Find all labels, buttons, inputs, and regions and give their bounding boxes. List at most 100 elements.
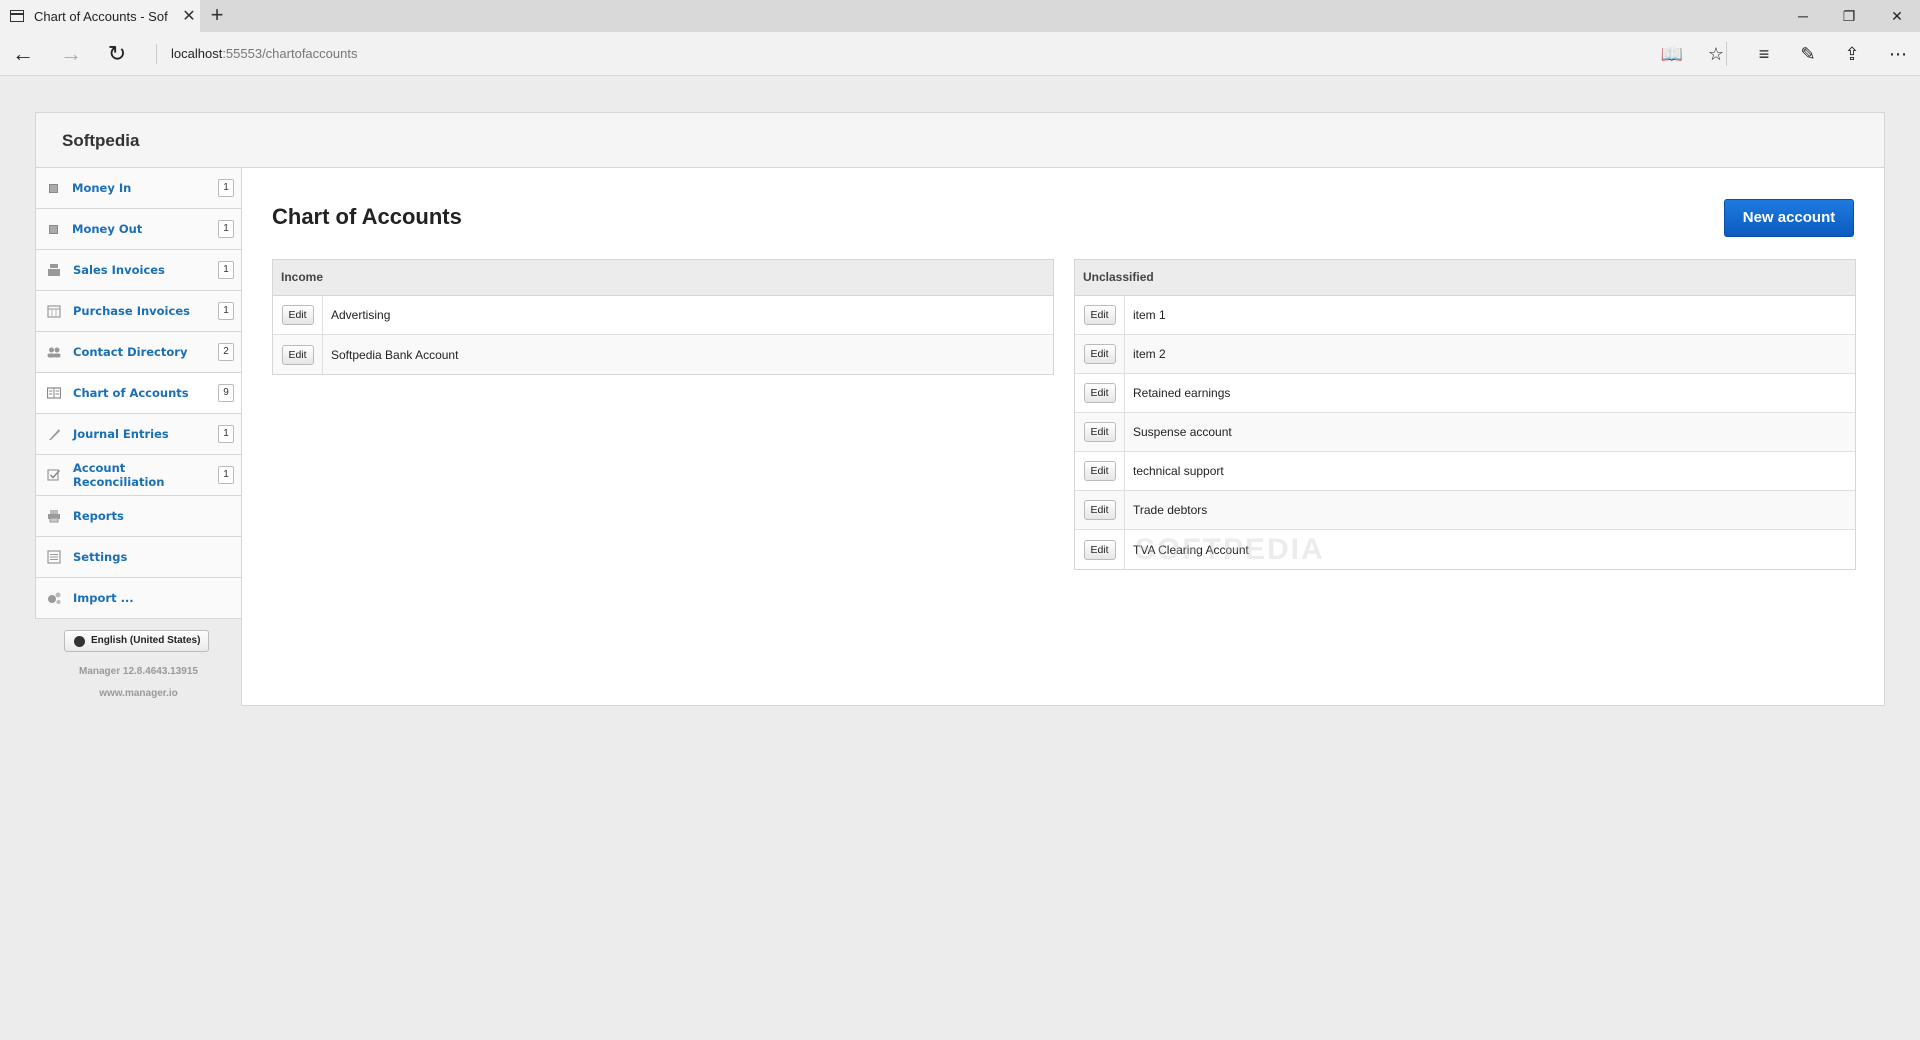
app-header: Softpedia — [35, 112, 1885, 168]
sidebar-item-account-reconciliation[interactable]: Account Reconciliation 1 — [35, 455, 242, 496]
account-name: Suspense account — [1133, 425, 1232, 439]
count-badge: 1 — [218, 220, 234, 238]
sidebar-item-label: Contact Directory — [73, 345, 188, 359]
main-content: Chart of Accounts New account Income Edi… — [241, 168, 1885, 706]
watermark: SOFTPEDIA — [1135, 533, 1325, 566]
url-host: localhost — [171, 46, 223, 61]
sidebar-item-sales-invoices[interactable]: Sales Invoices 1 — [35, 250, 242, 291]
hub-icon[interactable]: ≡ — [1742, 32, 1786, 76]
edit-button[interactable]: Edit — [1083, 344, 1116, 364]
table-row: Edit item 1 — [1075, 296, 1855, 335]
sidebar-item-label: Chart of Accounts — [73, 386, 189, 400]
sidebar-item-label: Reports — [73, 509, 124, 523]
brand-title: Softpedia — [62, 131, 140, 150]
edit-button[interactable]: Edit — [1083, 383, 1116, 403]
sidebar-item-label: Sales Invoices — [73, 263, 165, 277]
count-badge: 1 — [218, 261, 234, 279]
table-row: Edit Suspense account — [1075, 413, 1855, 452]
sidebar-item-settings[interactable]: Settings — [35, 537, 242, 578]
minimize-icon[interactable]: ─ — [1780, 0, 1826, 32]
edit-button[interactable]: Edit — [1083, 500, 1116, 520]
settings-list-icon — [47, 550, 61, 564]
count-badge: 1 — [218, 179, 234, 197]
language-button[interactable]: English (United States) — [64, 630, 210, 652]
minus-box-icon — [49, 224, 58, 234]
table-row: Edit technical support — [1075, 452, 1855, 491]
refresh-icon[interactable]: ↻ — [94, 32, 140, 76]
version-text: Manager 12.8.4643.13915 — [79, 666, 198, 677]
cash-register-icon — [47, 263, 61, 277]
account-name: Advertising — [331, 308, 391, 322]
sidebar-item-reports[interactable]: Reports — [35, 496, 242, 537]
url-path: :55553/chartofaccounts — [222, 46, 358, 61]
more-icon[interactable]: ⋯ — [1876, 32, 1920, 76]
sidebar-item-label: Account Reconciliation — [73, 461, 165, 489]
sidebar-item-label: Journal Entries — [73, 427, 169, 441]
sidebar-item-chart-of-accounts[interactable]: Chart of Accounts 9 — [35, 373, 242, 414]
account-name: item 1 — [1133, 308, 1166, 322]
forward-icon[interactable]: → — [48, 32, 94, 76]
account-name: technical support — [1133, 464, 1224, 478]
table-row: Edit Retained earnings — [1075, 374, 1855, 413]
sidebar-item-purchase-invoices[interactable]: Purchase Invoices 1 — [35, 291, 242, 332]
web-note-icon[interactable]: ✎ — [1786, 32, 1830, 76]
restore-icon[interactable]: ❐ — [1826, 0, 1872, 32]
edit-button[interactable]: Edit — [1083, 422, 1116, 442]
count-badge: 1 — [218, 425, 234, 443]
income-panel: Income Edit Advertising Edit Softpedia B… — [272, 259, 1054, 375]
edit-button[interactable]: Edit — [1083, 461, 1116, 481]
account-name: Trade debtors — [1133, 503, 1208, 517]
sidebar-item-money-out[interactable]: Money Out 1 — [35, 209, 242, 250]
globe-icon — [74, 636, 85, 647]
table-row: Edit Advertising — [273, 296, 1053, 335]
new-tab-icon[interactable]: + — [204, 0, 230, 32]
plus-box-icon — [49, 183, 58, 193]
edit-button[interactable]: Edit — [1083, 539, 1116, 560]
check-box-icon — [47, 468, 61, 482]
table-row: Edit item 2 — [1075, 335, 1855, 374]
table-row: Edit Softpedia Bank Account — [273, 335, 1053, 374]
sidebar-item-label: Import ... — [73, 591, 134, 605]
import-icon — [47, 591, 61, 605]
app-container: Softpedia Money In 1 Money Out 1 Sales I… — [35, 112, 1885, 706]
sidebar-item-label: Money In — [72, 181, 132, 195]
count-badge: 2 — [218, 343, 234, 361]
back-icon[interactable]: ← — [0, 32, 46, 76]
ledger-icon — [46, 386, 62, 400]
new-account-button[interactable]: New account — [1724, 199, 1854, 237]
printer-icon — [47, 509, 61, 523]
close-window-icon[interactable]: ✕ — [1874, 0, 1920, 32]
account-name: Retained earnings — [1133, 386, 1231, 400]
sidebar-item-label: Money Out — [72, 222, 143, 236]
close-tab-icon[interactable]: ✕ — [178, 6, 200, 26]
sidebar-item-money-in[interactable]: Money In 1 — [35, 168, 242, 209]
toolbar-divider — [1726, 42, 1727, 66]
sidebar: Money In 1 Money Out 1 Sales Invoices 1 … — [35, 168, 242, 619]
people-icon — [47, 345, 61, 359]
url-field[interactable]: localhost:55553/chartofaccounts — [156, 44, 357, 64]
edit-button[interactable]: Edit — [1083, 305, 1116, 325]
unclassified-panel: Unclassified Edit item 1 Edit item 2 Edi… — [1074, 259, 1856, 570]
panel-heading: Income — [273, 260, 1053, 296]
language-label: English (United States) — [91, 635, 201, 646]
sidebar-item-contact-directory[interactable]: Contact Directory 2 — [35, 332, 242, 373]
reading-view-icon[interactable]: 📖 — [1650, 32, 1694, 76]
edit-button[interactable]: Edit — [281, 305, 314, 325]
account-name: item 2 — [1133, 347, 1166, 361]
count-badge: 1 — [218, 302, 234, 320]
table-row: Edit Trade debtors — [1075, 491, 1855, 530]
page-title: Chart of Accounts — [272, 204, 462, 229]
edit-button[interactable]: Edit — [281, 344, 314, 365]
account-name: Softpedia Bank Account — [331, 347, 459, 362]
sidebar-item-label: Purchase Invoices — [73, 304, 190, 318]
sidebar-item-journal-entries[interactable]: Journal Entries 1 — [35, 414, 242, 455]
calendar-icon — [47, 304, 61, 318]
tab-title: Chart of Accounts - Sof — [34, 8, 168, 24]
browser-tab-bar: Chart of Accounts - Sof ✕ + ─ ❐ ✕ — [0, 0, 1920, 32]
page-icon — [10, 10, 24, 22]
website-link[interactable]: www.manager.io — [35, 688, 242, 699]
sidebar-item-import[interactable]: Import ... — [35, 578, 242, 619]
favorite-star-icon[interactable]: ☆ — [1694, 32, 1738, 76]
share-icon[interactable]: ⇪ — [1830, 32, 1874, 76]
browser-tab[interactable]: Chart of Accounts - Sof ✕ — [0, 0, 200, 32]
